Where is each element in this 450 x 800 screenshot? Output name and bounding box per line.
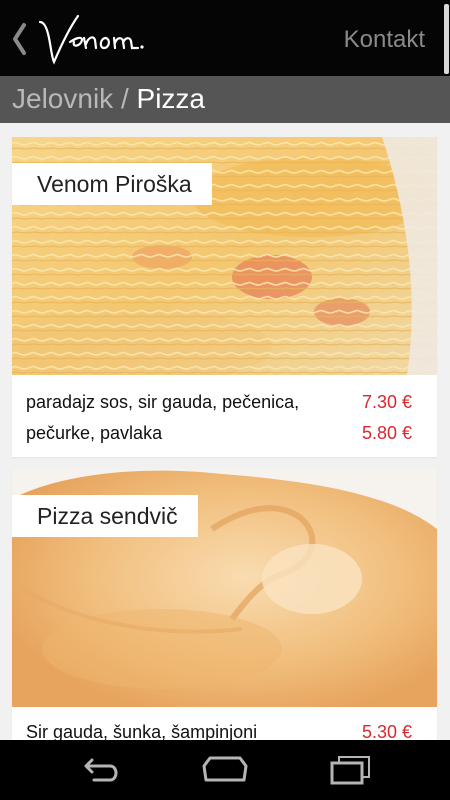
menu-item-title: Pizza sendvič bbox=[12, 495, 198, 537]
menu-item-card[interactable]: Pizza sendvič Sir gauda, šunka, šampinjo… bbox=[12, 469, 437, 769]
breadcrumb-separator: / bbox=[113, 83, 137, 114]
menu-item-title: Venom Piroška bbox=[12, 163, 212, 205]
nav-home-icon[interactable] bbox=[200, 754, 250, 786]
chevron-left-icon[interactable] bbox=[8, 22, 30, 56]
scrollbar[interactable] bbox=[444, 4, 449, 74]
contact-button[interactable]: Kontakt bbox=[344, 26, 425, 54]
breadcrumb-current: Pizza bbox=[136, 83, 205, 114]
venom-logo[interactable] bbox=[34, 8, 174, 70]
action-bar: Kontakt bbox=[0, 0, 450, 76]
price-small: 5.80 € bbox=[361, 423, 412, 443]
nav-recent-apps-icon[interactable] bbox=[325, 754, 375, 786]
price-large: 7.30 € bbox=[361, 392, 412, 412]
breadcrumb-parent[interactable]: Jelovnik bbox=[12, 83, 113, 114]
menu-item-ingredients: paradajz sos, sir gauda, pečenica, pečur… bbox=[26, 392, 300, 443]
nav-back-icon[interactable] bbox=[76, 754, 126, 786]
menu-item-card[interactable]: Venom Piroška paradajz sos, sir gauda, p… bbox=[12, 137, 437, 457]
menu-item-prices: 7.30 € 5.80 € bbox=[362, 387, 412, 449]
system-nav-bar bbox=[0, 740, 450, 800]
breadcrumb: Jelovnik / Pizza bbox=[0, 76, 450, 123]
